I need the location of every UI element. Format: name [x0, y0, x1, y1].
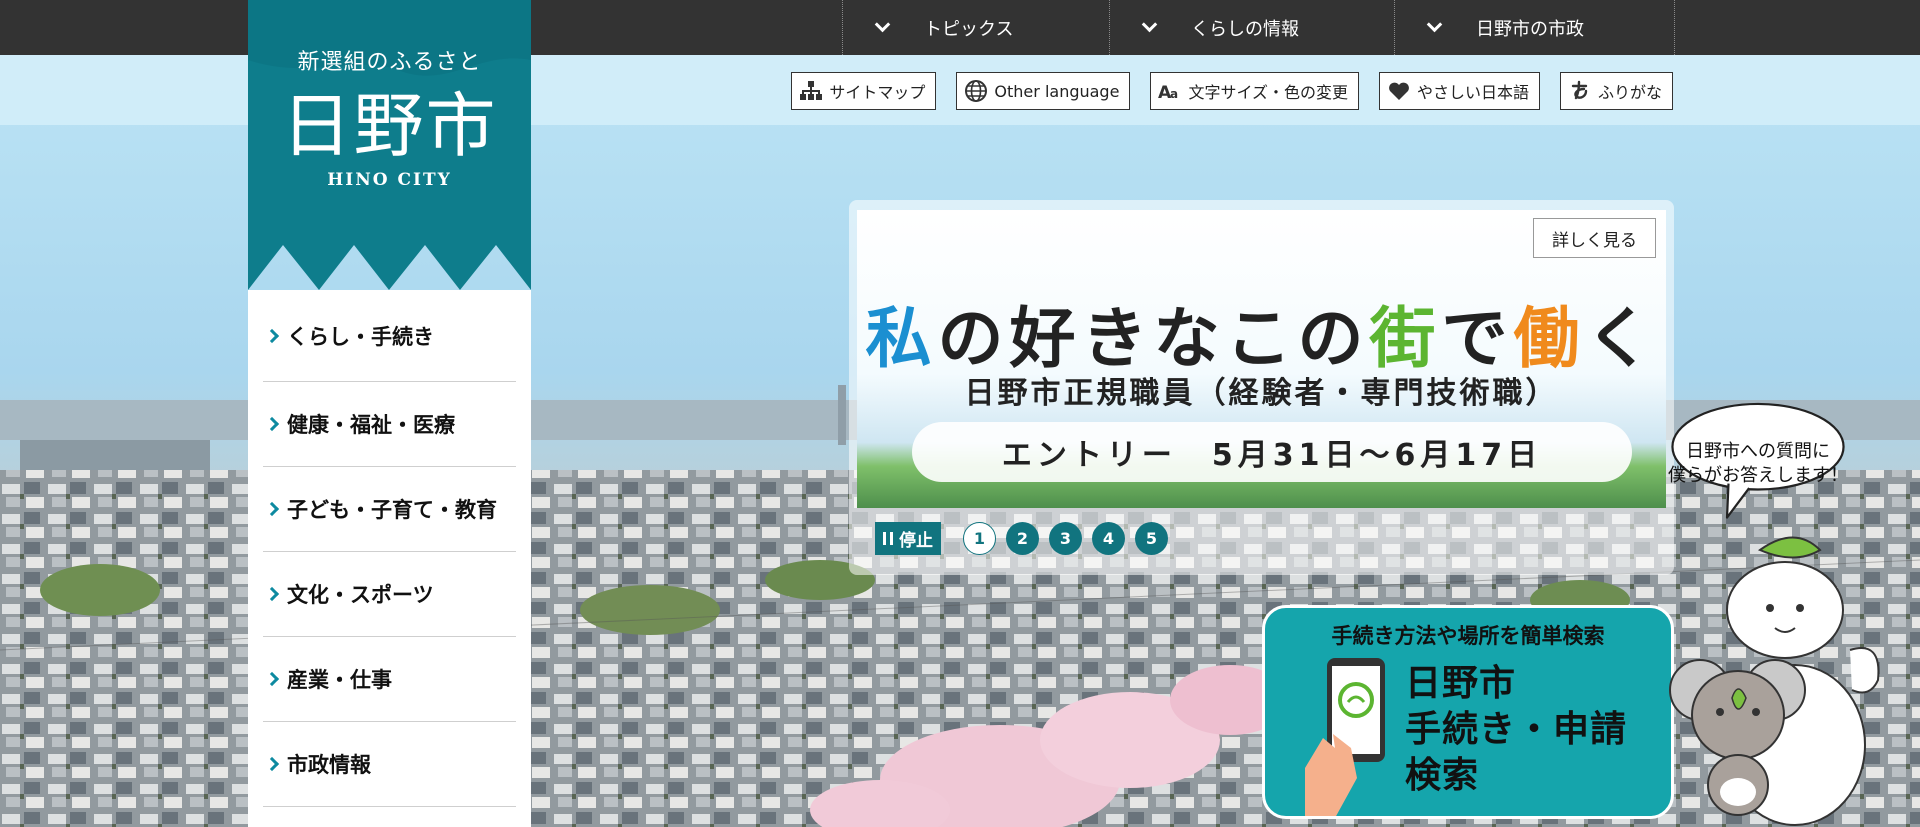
utility-toolbar: サイトマップ Other language Aa 文字サイズ・色の変更 やさしい… [791, 72, 1673, 110]
global-nav-topics[interactable]: トピックス [842, 0, 1109, 55]
carousel-dot-4[interactable]: 4 [1092, 522, 1125, 555]
banner-carousel: 私の好きなこの街で働く 日野市正規職員（経験者・専門技術職） エントリー 5月3… [849, 200, 1674, 575]
category-label: 健康・福祉・医療 [287, 413, 455, 437]
bubble-line-1: 日野市への質問に [1686, 441, 1830, 462]
carousel-dot-3[interactable]: 3 [1049, 522, 1082, 555]
category-health-welfare[interactable]: 健康・福祉・医療 [263, 382, 516, 467]
other-language-button[interactable]: Other language [956, 72, 1131, 110]
hiragana-icon [1568, 79, 1592, 103]
carousel-pause-button[interactable]: 停止 [875, 522, 941, 555]
global-nav-label: 日野市の市政 [1476, 18, 1584, 40]
headline-part: 街 [1369, 300, 1442, 377]
font-size-icon: Aa [1158, 79, 1182, 103]
mascot-characters-icon[interactable] [1620, 530, 1920, 827]
font-size-color-button[interactable]: Aa 文字サイズ・色の変更 [1150, 72, 1359, 110]
carousel-dot-1[interactable]: 1 [963, 522, 996, 555]
pause-label: 停止 [899, 531, 933, 551]
global-nav-living-info[interactable]: くらしの情報 [1109, 0, 1394, 55]
headline-part: 働 [1513, 300, 1586, 377]
category-label: 文化・スポーツ [287, 583, 434, 607]
pause-icon [883, 532, 893, 545]
other-language-label: Other language [994, 81, 1120, 101]
slide-entry-period: エントリー 5月31日～6月17日 [912, 422, 1632, 482]
slide-subline: 日野市正規職員（経験者・専門技術職） [964, 376, 1559, 411]
easy-japanese-label: やさしい日本語 [1416, 83, 1529, 102]
carousel-dot-5[interactable]: 5 [1135, 522, 1168, 555]
carousel-controls: 停止 1 2 3 4 5 [875, 522, 1168, 555]
category-culture-sports[interactable]: 文化・スポーツ [263, 552, 516, 637]
category-nav: くらし・手続き 健康・福祉・医療 子ども・子育て・教育 文化・スポーツ 産業・仕… [248, 290, 531, 827]
chevron-right-icon [264, 416, 280, 432]
global-nav-label: くらしの情報 [1191, 18, 1299, 40]
easy-japanese-button[interactable]: やさしい日本語 [1378, 72, 1540, 110]
headline-part: 私 [865, 300, 938, 377]
procedure-caption: 手続き方法や場所を簡単検索 [1331, 624, 1605, 648]
logo-tagline: 新選組のふるさと [297, 50, 482, 75]
logo-city-name: 日野市 [281, 85, 498, 167]
chevron-down-icon [1141, 16, 1158, 33]
logo-city-name-en: HINO CITY [327, 170, 452, 190]
chevron-down-icon [1426, 16, 1443, 33]
see-details-button[interactable]: 詳しく見る [1533, 218, 1656, 258]
category-industry-work[interactable]: 産業・仕事 [263, 637, 516, 722]
svg-text:a: a [1170, 87, 1178, 101]
site-logo[interactable]: 新選組のふるさと 日野市 HINO CITY [248, 0, 531, 290]
bubble-line-2: 僕らがお答えします！ [1668, 465, 1848, 486]
category-city-government[interactable]: 市政情報 [263, 722, 516, 807]
category-label: 産業・仕事 [287, 668, 392, 692]
furigana-label: ふりがな [1597, 83, 1662, 102]
sitemap-button[interactable]: サイトマップ [791, 72, 937, 110]
smartphone-hand-icon [1305, 658, 1385, 816]
global-nav: トピックス くらしの情報 日野市の市政 [842, 0, 1675, 55]
slide-headline: 私の好きなこの街で働く [857, 285, 1666, 381]
category-children-education[interactable]: 子ども・子育て・教育 [263, 467, 516, 552]
chevron-right-icon [264, 501, 280, 517]
global-nav-city-government[interactable]: 日野市の市政 [1394, 0, 1675, 55]
heart-icon [1387, 79, 1411, 103]
category-living-procedures[interactable]: くらし・手続き [263, 290, 516, 382]
globe-icon [964, 79, 988, 103]
chevron-right-icon [264, 586, 280, 602]
category-label: くらし・手続き [287, 324, 434, 349]
chevron-right-icon [264, 671, 280, 687]
global-nav-label: トピックス [924, 18, 1014, 40]
procedure-line-2: 手続き・申請 [1405, 709, 1628, 750]
procedure-line-3: 検索 [1405, 755, 1480, 796]
headline-part: の好きなこの [937, 300, 1370, 377]
chatbot-prompt[interactable]: 日野市への質問に 僕らがお答えします！ [1638, 440, 1878, 488]
chevron-down-icon [874, 16, 891, 33]
sitemap-label: サイトマップ [829, 83, 926, 102]
category-label: 子ども・子育て・教育 [287, 498, 497, 522]
headline-part: く [1585, 300, 1658, 377]
procedure-search-banner[interactable]: 手続き方法や場所を簡単検索 日野市 手続き・申請 検索 [1262, 605, 1674, 819]
headline-part: で [1441, 300, 1514, 377]
font-size-color-label: 文字サイズ・色の変更 [1188, 83, 1348, 102]
chevron-right-icon [264, 756, 280, 772]
carousel-dot-2[interactable]: 2 [1006, 522, 1039, 555]
category-label: 市政情報 [287, 753, 371, 777]
procedure-line-1: 日野市 [1405, 663, 1517, 704]
chevron-right-icon [264, 328, 280, 343]
sitemap-icon [799, 79, 823, 103]
furigana-button[interactable]: ふりがな [1559, 72, 1673, 110]
